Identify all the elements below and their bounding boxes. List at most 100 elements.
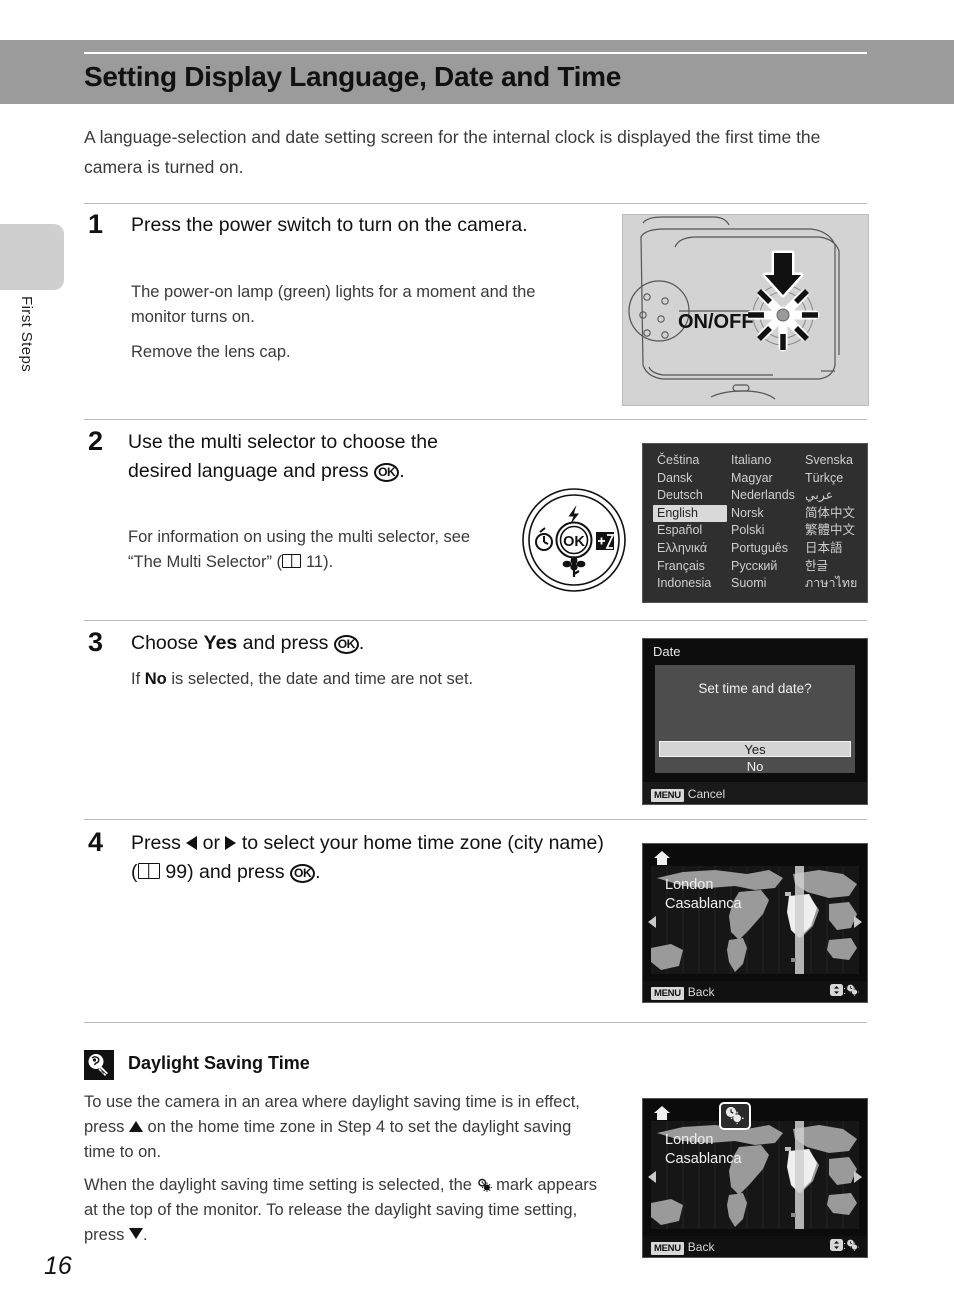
time-zone-map-screen-dst[interactable]: London Casablanca MENU Back : <box>642 1098 868 1258</box>
step-3-yes-label: Yes <box>203 632 238 654</box>
step-3-no-label: No <box>144 670 167 688</box>
map-screen-footer: MENU Back : <box>643 1236 867 1257</box>
step-3-body-pre: If <box>131 670 145 688</box>
menu-button-chip[interactable]: MENU <box>651 987 684 1000</box>
page-title: Setting Display Language, Date and Time <box>84 61 622 92</box>
step-2-heading: Use the multi selector to choose the des… <box>128 428 488 486</box>
map-city-line-2: Casablanca <box>665 1151 742 1167</box>
chapter-tab <box>0 224 64 290</box>
menu-button-chip[interactable]: MENU <box>651 1242 684 1255</box>
language-item[interactable]: Ελληνικά <box>653 540 727 558</box>
separator-step-1 <box>84 203 867 204</box>
ok-button-icon: OK <box>374 463 400 483</box>
step-3-number: 3 <box>88 627 104 657</box>
ok-button-icon: OK <box>290 864 316 884</box>
separator-tip <box>84 1022 867 1023</box>
book-reference-icon <box>282 554 302 568</box>
step-3-heading-post: . <box>358 632 365 654</box>
date-no-option[interactable]: No <box>659 759 851 775</box>
camera-top-illustration: ON/OFF <box>622 214 869 406</box>
step-4-heading-b: or <box>197 832 226 854</box>
language-item[interactable]: Suomi <box>727 575 801 593</box>
world-map-graphic <box>643 844 867 1002</box>
language-item[interactable]: Polski <box>727 522 801 540</box>
step-4-number: 4 <box>88 827 104 857</box>
lightbulb-tip-icon <box>84 1050 114 1080</box>
step-1-number: 1 <box>88 209 104 239</box>
language-item[interactable]: Nederlands <box>727 487 801 505</box>
dial-ok-label: OK <box>563 534 585 550</box>
language-item[interactable]: عربي <box>801 487 867 505</box>
world-map-graphic <box>643 1099 867 1257</box>
language-item[interactable]: Italiano <box>727 452 801 470</box>
header-rule <box>84 52 867 54</box>
language-selection-screen[interactable]: Čeština Italiano Svenska Dansk Magyar Tü… <box>642 443 868 603</box>
tip-title: Daylight Saving Time <box>128 1053 310 1073</box>
exposure-compensation-icon <box>596 532 615 550</box>
language-item[interactable]: Norsk <box>727 505 801 523</box>
language-item[interactable]: 한글 <box>801 558 867 576</box>
language-grid[interactable]: Čeština Italiano Svenska Dansk Magyar Tü… <box>653 452 857 594</box>
page-number: 16 <box>44 1252 72 1280</box>
tip-paragraph-2: When the daylight saving time setting is… <box>84 1173 604 1248</box>
language-item[interactable]: Svenska <box>801 452 867 470</box>
date-screen-title: Date <box>653 644 681 659</box>
home-icon <box>654 1106 670 1120</box>
step-1-body-line-2: Remove the lens cap. <box>131 343 291 361</box>
language-item[interactable]: Türkçe <box>801 470 867 488</box>
language-item[interactable]: Français <box>653 558 727 576</box>
language-item[interactable]: 简体中文 <box>801 505 867 523</box>
date-yes-option[interactable]: Yes <box>659 741 851 757</box>
multi-selector-updown-icon <box>829 1239 843 1251</box>
multi-selector-updown-icon <box>829 984 843 996</box>
language-item[interactable]: 日本語 <box>801 540 867 558</box>
date-confirm-screen[interactable]: Date Set time and date? Yes No MENU Cance… <box>642 638 868 805</box>
date-question-panel: Set time and date? Yes No <box>655 665 855 775</box>
multi-selector-svg: OK <box>522 488 626 592</box>
tip-body: To use the camera in an area where dayli… <box>84 1090 604 1256</box>
daylight-saving-icon <box>847 1239 859 1251</box>
language-item[interactable]: Deutsch <box>653 487 727 505</box>
menu-button-chip[interactable]: MENU <box>651 789 684 802</box>
language-item[interactable]: Magyar <box>727 470 801 488</box>
map-city-line-2: Casablanca <box>665 896 742 912</box>
step-3-body: If No is selected, the date and time are… <box>131 667 601 692</box>
step-3-heading-pre: Choose <box>131 632 204 654</box>
step-3-heading: Choose Yes and press OK. <box>131 629 601 658</box>
language-item[interactable]: ภาษาไทย <box>801 575 867 593</box>
step-1-heading: Press the power switch to turn on the ca… <box>131 214 528 236</box>
step-3-body-post: is selected, the date and time are not s… <box>166 670 474 688</box>
date-cancel-label: Cancel <box>687 787 726 801</box>
daylight-saving-badge <box>719 1102 751 1130</box>
daylight-saving-icon <box>847 984 859 996</box>
on-off-label: ON/OFF <box>678 311 754 333</box>
map-back-label: Back <box>687 985 715 999</box>
ok-button-icon: OK <box>333 635 359 655</box>
language-item[interactable]: Русский <box>727 558 801 576</box>
down-arrow-icon <box>128 1228 143 1239</box>
language-item[interactable]: 繁體中文 <box>801 522 867 540</box>
language-item[interactable]: Čeština <box>653 452 727 470</box>
step-1-body-line-1: The power-on lamp (green) lights for a m… <box>131 283 536 326</box>
home-icon <box>654 851 670 865</box>
map-right-arrow-icon[interactable] <box>854 1171 862 1183</box>
step-2-number: 2 <box>88 426 104 456</box>
camera-illustration-svg: ON/OFF <box>623 215 868 405</box>
map-back-label: Back <box>687 1240 715 1254</box>
language-item[interactable]: Dansk <box>653 470 727 488</box>
separator-step-3 <box>84 620 867 621</box>
map-city-line-1: London <box>665 1132 714 1148</box>
daylight-saving-icon <box>477 1178 492 1192</box>
language-item[interactable]: Indonesia <box>653 575 727 593</box>
language-item-selected[interactable]: English <box>653 504 727 523</box>
time-zone-map-screen[interactable]: London Casablanca MENU Back : <box>642 843 868 1003</box>
map-city-line-1: London <box>665 877 714 893</box>
date-screen-footer: MENU Cancel <box>643 782 867 804</box>
map-right-arrow-icon[interactable] <box>854 916 862 928</box>
chapter-label: First Steps <box>18 296 35 373</box>
step-4-heading-d: 99) and press <box>159 861 291 883</box>
map-left-arrow-icon[interactable] <box>648 916 656 928</box>
language-item[interactable]: Español <box>653 522 727 540</box>
language-item[interactable]: Português <box>727 540 801 558</box>
map-left-arrow-icon[interactable] <box>648 1171 656 1183</box>
